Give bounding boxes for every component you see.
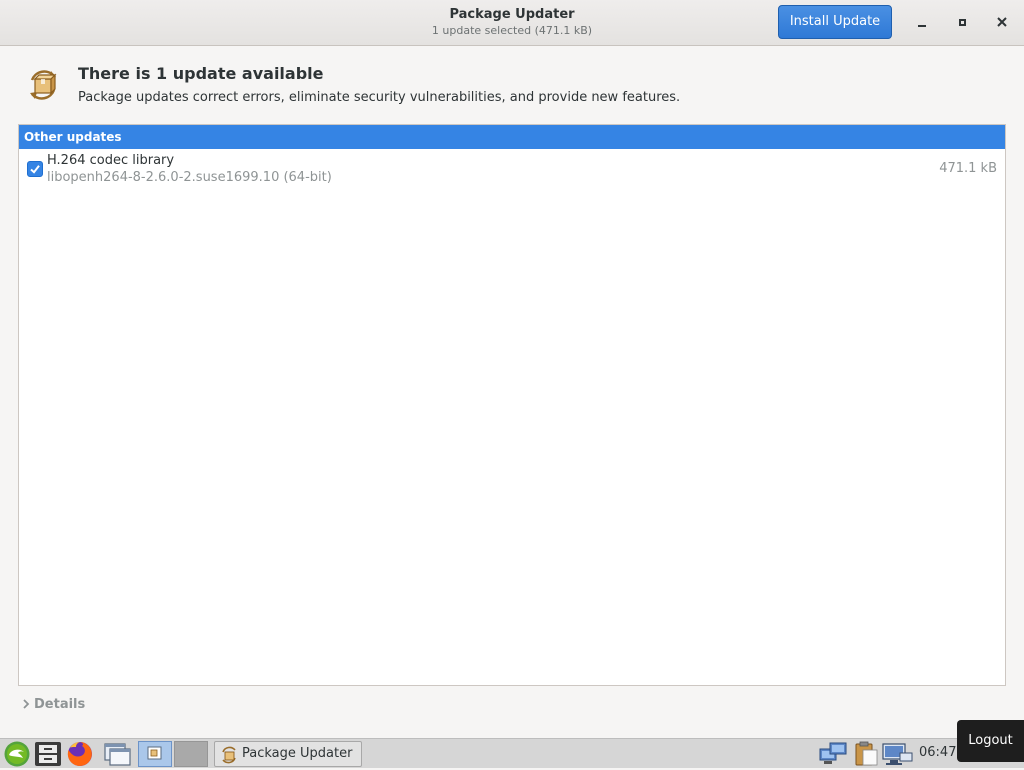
close-button[interactable] xyxy=(990,10,1014,34)
taskbar: Package Updater 06:47 xyxy=(0,738,1024,768)
package-name: H.264 codec library xyxy=(47,153,175,168)
package-updater-task-icon xyxy=(222,746,236,764)
checkmark-icon xyxy=(30,165,40,174)
updates-description: Package updates correct errors, eliminat… xyxy=(78,90,681,105)
close-icon xyxy=(997,17,1007,27)
section-header-other-updates: Other updates xyxy=(19,125,1005,149)
package-checkbox[interactable] xyxy=(27,161,43,177)
display-icon[interactable] xyxy=(882,741,914,767)
clock[interactable]: 06:47 xyxy=(919,745,956,760)
update-list: Other updates H.264 codec library libope… xyxy=(18,124,1006,686)
logout-tooltip: Logout xyxy=(957,720,1024,762)
package-updater-mini-icon xyxy=(147,746,162,760)
package-updater-window: Package Updater 1 update selected (471.1… xyxy=(0,0,1024,738)
taskbar-task-label: Package Updater xyxy=(242,746,353,761)
minimize-icon xyxy=(918,25,926,27)
details-expander[interactable]: Details xyxy=(22,695,85,713)
clipboard-icon[interactable] xyxy=(852,741,880,767)
file-cabinet-icon[interactable] xyxy=(34,741,62,767)
firefox-icon[interactable] xyxy=(65,741,95,767)
maximize-button[interactable] xyxy=(950,10,974,34)
opensuse-menu-icon[interactable] xyxy=(2,741,32,767)
workspace-1[interactable] xyxy=(138,741,172,767)
package-update-icon xyxy=(30,70,57,100)
updates-available-heading: There is 1 update available xyxy=(78,64,324,83)
list-item[interactable]: H.264 codec library libopenh264-8-2.6.0-… xyxy=(19,149,1005,189)
package-version: libopenh264-8-2.6.0-2.suse1699.10 (64-bi… xyxy=(47,170,332,185)
minimize-button[interactable] xyxy=(910,10,934,34)
network-manager-icon[interactable] xyxy=(818,741,850,767)
package-size: 471.1 kB xyxy=(939,161,997,176)
install-update-button[interactable]: Install Update xyxy=(778,5,892,39)
chevron-right-icon xyxy=(23,699,30,709)
taskbar-package-updater[interactable]: Package Updater xyxy=(214,741,362,767)
show-desktop-icon[interactable] xyxy=(102,741,132,767)
header-bar: Package Updater 1 update selected (471.1… xyxy=(0,0,1024,46)
maximize-icon xyxy=(958,18,966,26)
details-label: Details xyxy=(34,696,86,712)
workspace-2[interactable] xyxy=(174,741,208,767)
